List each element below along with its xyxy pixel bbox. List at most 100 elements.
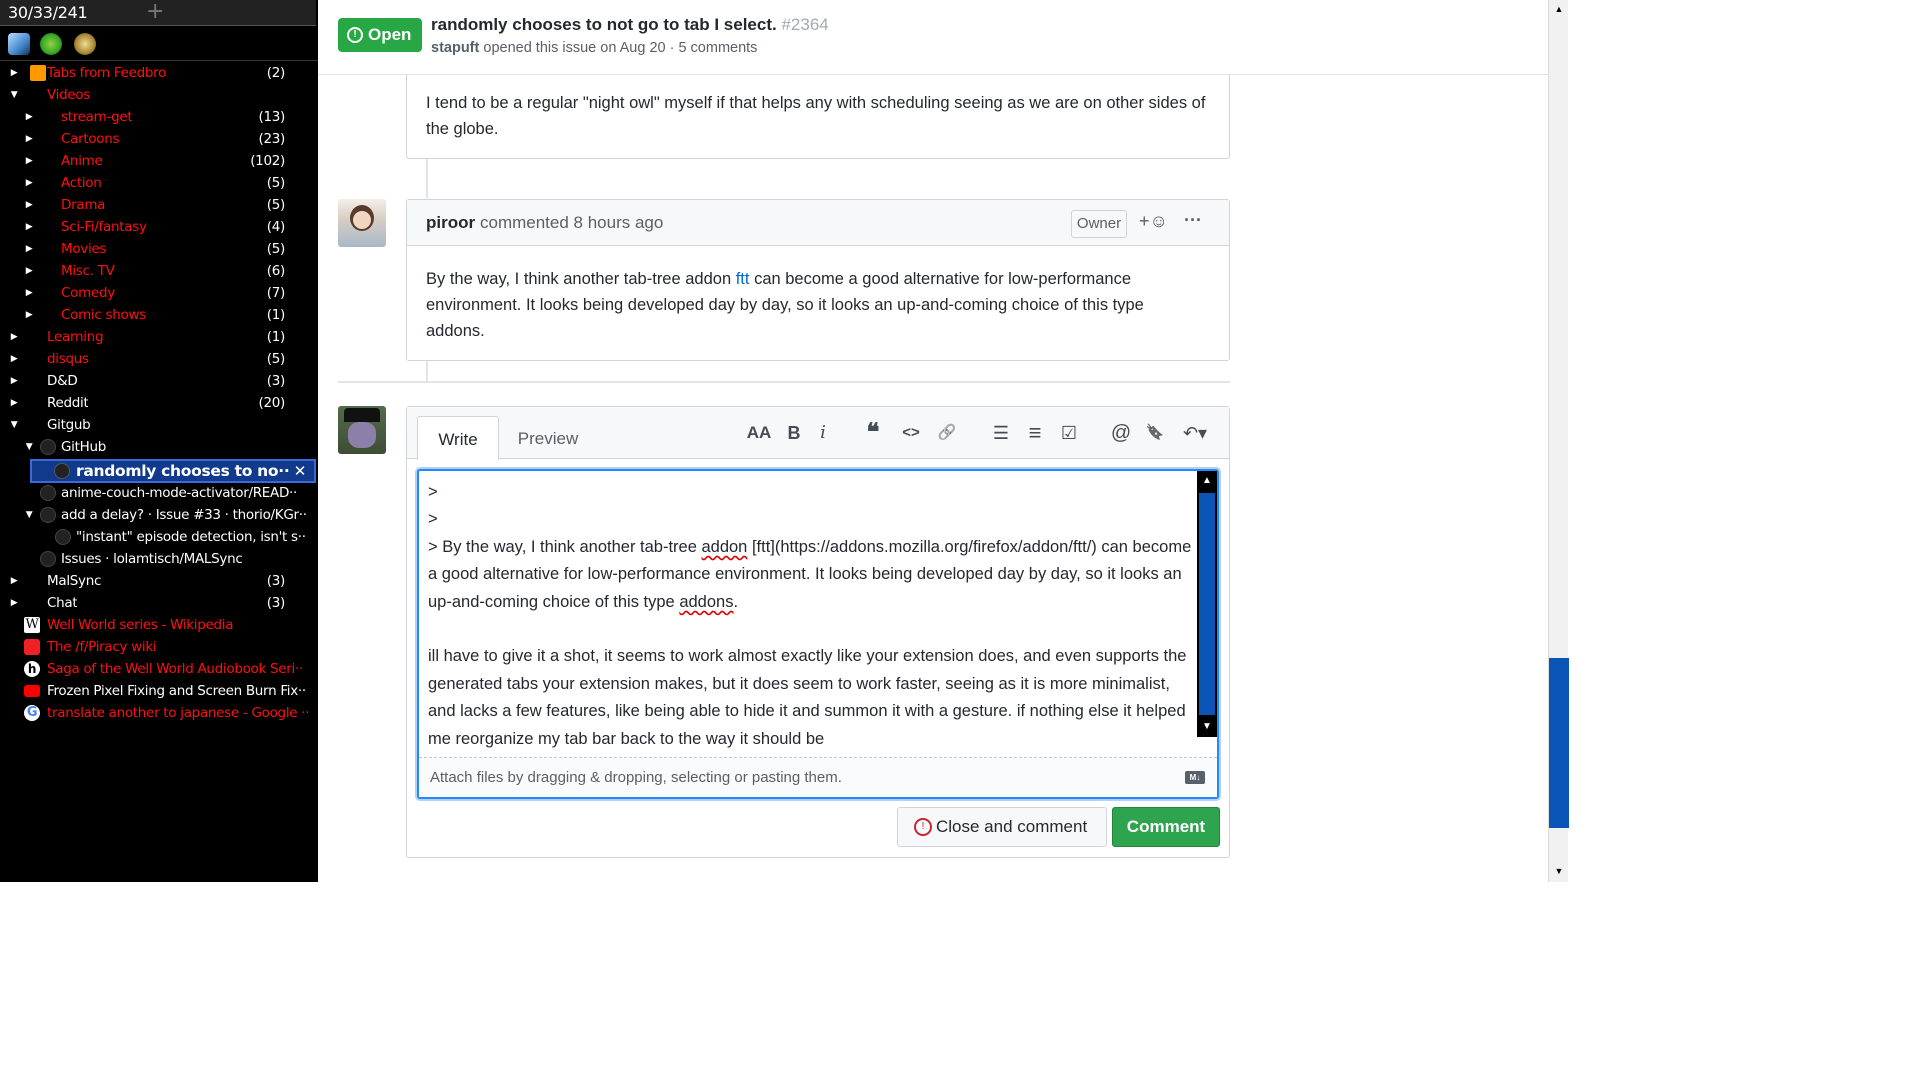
tree-item-cartoons[interactable]: ▶ Cartoons (23)	[0, 128, 318, 150]
link-icon[interactable]: 🔗	[933, 421, 961, 445]
scroll-up-icon[interactable]: ▲	[1549, 0, 1569, 18]
tree-item-wikipedia[interactable]: W Well World series - Wikipedia	[0, 614, 318, 636]
new-tab-icon[interactable]: +	[146, 0, 164, 24]
expand-arrow-icon[interactable]: ▶	[23, 282, 35, 304]
tree-item-scifi[interactable]: ▶ Sci-Fi/fantasy (4)	[0, 216, 318, 238]
expand-arrow-icon[interactable]: ▶	[23, 260, 35, 282]
tree-item-comedy[interactable]: ▶ Comedy (7)	[0, 282, 318, 304]
expand-arrow-icon[interactable]: ▶	[8, 348, 20, 370]
avatar[interactable]	[338, 199, 386, 247]
tree-item-add-delay[interactable]: ▼ add a delay? · Issue #33 · thorio/KGr··	[0, 504, 318, 526]
task-list-icon[interactable]: ☑	[1057, 421, 1081, 445]
scroll-down-icon[interactable]: ▼	[1197, 717, 1217, 737]
scrollbar-thumb[interactable]	[1549, 658, 1569, 828]
issue-author[interactable]: stapuft	[431, 40, 479, 56]
expand-arrow-icon[interactable]: ▶	[23, 128, 35, 150]
tree-item-malsync-issues[interactable]: Issues · lolamtisch/MALSync	[0, 548, 318, 570]
tree-item-malsync[interactable]: ▶ MalSync (3)	[0, 570, 318, 592]
tree-item-anime[interactable]: ▶ Anime (102)	[0, 150, 318, 172]
tree-item-stream-get[interactable]: ▶ stream-get (13)	[0, 106, 318, 128]
close-issue-icon: !	[914, 818, 932, 836]
ftt-link[interactable]: ftt	[736, 270, 750, 288]
more-options-icon[interactable]: ···	[1184, 210, 1202, 231]
mention-icon[interactable]: @	[1109, 421, 1133, 445]
avatar[interactable]	[338, 406, 386, 454]
expand-arrow-icon[interactable]: ▶	[23, 106, 35, 128]
scrollbar-thumb[interactable]	[1199, 493, 1215, 715]
quote-icon[interactable]: ❝	[860, 421, 886, 445]
add-reaction-icon[interactable]: +☺	[1139, 211, 1168, 232]
close-and-comment-button[interactable]: ! Close and comment	[897, 807, 1107, 847]
misspelled-word[interactable]: addons	[679, 593, 733, 611]
collapse-arrow-icon[interactable]: ▼	[8, 84, 20, 106]
textarea-scrollbar[interactable]: ▲ ▼	[1197, 471, 1217, 737]
tree-item-gitgub[interactable]: ▼ Gitgub	[0, 414, 318, 436]
tree-item-translate[interactable]: Gtranslate another to japanese - Google …	[0, 702, 318, 724]
tree-item-frozen-pixel[interactable]: Frozen Pixel Fixing and Screen Burn Fix·…	[0, 680, 318, 702]
expand-arrow-icon[interactable]: ▶	[23, 238, 35, 260]
tree-item-chat[interactable]: ▶ Chat (3)	[0, 592, 318, 614]
tree-item-label: Drama	[61, 197, 106, 213]
tree-item-audiobook[interactable]: h Saga of the Well World Audiobook Seri··	[0, 658, 318, 680]
expand-arrow-icon[interactable]: ▶	[23, 172, 35, 194]
unordered-list-icon[interactable]: ☰	[989, 421, 1013, 445]
tab-write[interactable]: Write	[417, 416, 499, 460]
tree-item-misc-tv[interactable]: ▶ Misc. TV (6)	[0, 260, 318, 282]
tree-item-movies[interactable]: ▶ Movies (5)	[0, 238, 318, 260]
collapse-arrow-icon[interactable]: ▼	[23, 504, 35, 526]
tree-item-feedbro[interactable]: ▶ Tabs from Feedbro (2)	[0, 62, 318, 84]
tree-item-drama[interactable]: ▶ Drama (5)	[0, 194, 318, 216]
tree-item-learning[interactable]: ▶ Learning (1)	[0, 326, 318, 348]
tree-item-piracy-wiki[interactable]: The /f/Piracy wiki	[0, 636, 318, 658]
tree-item-comic-shows[interactable]: ▶ Comic shows (1)	[0, 304, 318, 326]
tree-item-active-tab[interactable]: randomly chooses to no·· ✕	[30, 459, 316, 483]
attach-files-area[interactable]: Attach files by dragging & dropping, sel…	[419, 757, 1217, 797]
hammer-icon[interactable]	[8, 33, 30, 55]
attach-hint: Attach files by dragging & dropping, sel…	[430, 769, 842, 786]
expand-arrow-icon[interactable]: ▶	[23, 304, 35, 326]
issue-meta-text: opened this issue on Aug 20 · 5 comments	[483, 40, 758, 56]
expand-arrow-icon[interactable]: ▶	[8, 570, 20, 592]
page-scrollbar[interactable]: ▲ ▼	[1548, 0, 1569, 882]
tree-item-action[interactable]: ▶ Action (5)	[0, 172, 318, 194]
comment-button[interactable]: Comment	[1112, 807, 1220, 847]
tree-item-videos[interactable]: ▼ Videos	[0, 84, 318, 106]
globe-icon[interactable]	[40, 33, 62, 55]
expand-arrow-icon[interactable]: ▶	[8, 592, 20, 614]
expand-arrow-icon[interactable]: ▶	[8, 326, 20, 348]
italic-icon[interactable]: i	[813, 421, 833, 445]
close-tab-icon[interactable]: ✕	[294, 460, 307, 482]
expand-arrow-icon[interactable]: ▶	[8, 62, 20, 84]
comment-textarea[interactable]: > > > By the way, I think another tab-tr…	[417, 469, 1219, 799]
reply-icon[interactable]: ↶▾	[1177, 421, 1213, 445]
misspelled-word[interactable]: addon	[701, 538, 747, 556]
bold-icon[interactable]: B	[783, 421, 805, 445]
tab-preview[interactable]: Preview	[507, 416, 589, 460]
markdown-icon[interactable]: M↓	[1185, 771, 1205, 784]
saved-reply-icon[interactable]: 🔖	[1143, 421, 1167, 445]
code-icon[interactable]: <>	[897, 421, 925, 445]
feather-icon[interactable]	[74, 33, 96, 55]
collapse-arrow-icon[interactable]: ▼	[23, 436, 35, 458]
textarea-line: >	[428, 510, 438, 529]
scroll-up-icon[interactable]: ▲	[1197, 471, 1217, 491]
tree-item-reddit[interactable]: ▶ Reddit (20)	[0, 392, 318, 414]
tree-item-anime-couch[interactable]: anime-couch-mode-activator/READ··	[0, 482, 318, 504]
comment-author[interactable]: piroor	[426, 213, 475, 233]
expand-arrow-icon[interactable]: ▶	[8, 392, 20, 414]
heading-icon[interactable]: AA	[745, 421, 773, 445]
expand-arrow-icon[interactable]: ▶	[23, 194, 35, 216]
expand-arrow-icon[interactable]: ▶	[8, 370, 20, 392]
expand-arrow-icon[interactable]: ▶	[23, 150, 35, 172]
tree-item-instant-episode[interactable]: "instant" episode detection, isn't s··	[0, 526, 318, 548]
comment-timestamp[interactable]: commented 8 hours ago	[480, 213, 663, 233]
tree-item-github[interactable]: ▼ GitHub	[0, 436, 318, 458]
expand-arrow-icon[interactable]: ▶	[23, 216, 35, 238]
collapse-arrow-icon[interactable]: ▼	[8, 414, 20, 436]
scroll-down-icon[interactable]: ▼	[1549, 862, 1569, 880]
tree-item-dnd[interactable]: ▶ D&D (3)	[0, 370, 318, 392]
textarea-content[interactable]: > > > By the way, I think another tab-tr…	[428, 479, 1198, 753]
tree-item-disqus[interactable]: ▶ disqus (5)	[0, 348, 318, 370]
ordered-list-icon[interactable]: ≡	[1023, 421, 1047, 445]
github-icon	[40, 551, 56, 567]
